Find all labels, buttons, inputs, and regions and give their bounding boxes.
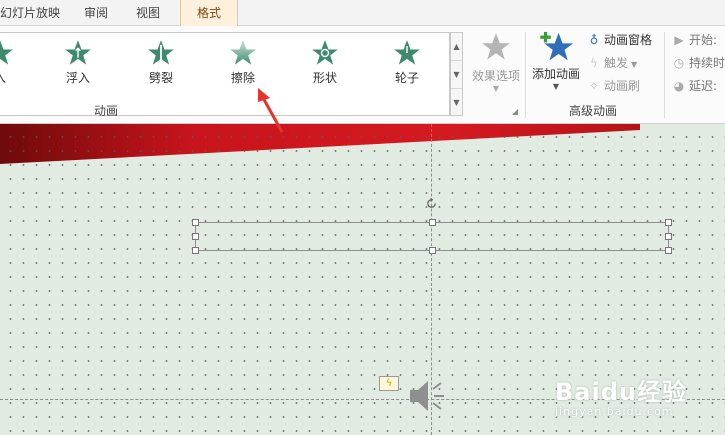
resize-handle[interactable] bbox=[665, 219, 672, 226]
add-star-icon bbox=[540, 31, 573, 61]
ribbon-tab-bar: 幻灯片放映 审阅 视图 格式 bbox=[0, 0, 725, 26]
group-divider bbox=[664, 32, 665, 118]
animation-label: 入 bbox=[0, 69, 30, 86]
delay-control[interactable]: ◕ 延迟: bbox=[672, 76, 717, 96]
chevron-down-icon: ▼ bbox=[552, 82, 560, 91]
animation-label: 轮子 bbox=[394, 71, 419, 85]
dialog-launcher-icon[interactable]: ◢ bbox=[512, 107, 518, 116]
star-icon bbox=[312, 40, 338, 65]
trigger-tag-icon[interactable]: ϟ bbox=[379, 376, 399, 391]
play-icon: ▶ bbox=[674, 33, 684, 47]
animation-label: 浮入 bbox=[65, 71, 90, 85]
chevron-down-icon: ▼ bbox=[631, 60, 638, 69]
delay-label: 延迟: bbox=[689, 79, 718, 93]
duration-control[interactable]: ◷ 持续时 bbox=[672, 53, 725, 73]
star-icon bbox=[482, 33, 510, 60]
advanced-animation-group-label: 高级动画 bbox=[569, 104, 618, 118]
animation-group-label: 动画 bbox=[94, 104, 119, 118]
clock-icon: ◷ bbox=[673, 56, 685, 70]
annotation-arrow-icon bbox=[258, 88, 284, 133]
animation-wheel[interactable]: 轮子 bbox=[377, 39, 437, 99]
resize-handle[interactable] bbox=[665, 233, 672, 240]
group-divider bbox=[525, 32, 526, 118]
gallery-scroll-up-icon[interactable]: ▲ bbox=[451, 33, 462, 61]
resize-handle[interactable] bbox=[665, 247, 672, 254]
gallery-more-icon[interactable]: ▼ bbox=[451, 89, 462, 117]
star-icon bbox=[0, 40, 13, 65]
animation-fly-in[interactable]: 入 bbox=[0, 39, 30, 99]
watermark-url: jingyan.baidu.com bbox=[555, 405, 674, 418]
animation-label: 擦除 bbox=[230, 71, 255, 85]
trigger-label: 触发 bbox=[604, 56, 629, 70]
star-icon bbox=[65, 40, 91, 65]
animation-label: 形状 bbox=[312, 71, 337, 85]
animation-label: 劈裂 bbox=[148, 71, 173, 85]
watermark-logo: Baidu经验 bbox=[555, 378, 687, 406]
resize-handle[interactable] bbox=[429, 219, 436, 226]
animation-pane-button[interactable]: ♁ 动画窗格 bbox=[586, 30, 652, 50]
star-icon bbox=[230, 40, 256, 65]
add-animation-label: 添加动画 bbox=[531, 67, 580, 81]
duration-label: 持续时 bbox=[689, 56, 725, 70]
gallery-scroll-down-icon[interactable]: ▼ bbox=[451, 61, 462, 89]
tab-format[interactable]: 格式 bbox=[180, 0, 238, 26]
tab-slideshow[interactable]: 幻灯片放映 bbox=[0, 0, 60, 26]
animation-painter-button[interactable]: ✧ 动画刷 bbox=[586, 76, 640, 96]
animation-split[interactable]: 劈裂 bbox=[131, 39, 191, 99]
animation-float-in[interactable]: 浮入 bbox=[48, 39, 108, 99]
gallery-scrollbar[interactable]: ▲ ▼ ▼ bbox=[450, 32, 463, 116]
start-label: 开始: bbox=[689, 33, 718, 47]
effect-options-label: 效果选项 bbox=[471, 69, 520, 83]
animation-shape[interactable]: 形状 bbox=[295, 39, 355, 99]
resize-handle[interactable] bbox=[429, 247, 436, 254]
animation-painter-label: 动画刷 bbox=[604, 79, 641, 93]
ribbon-panel: 入 浮入 劈裂 擦除 形状 轮子 ▲ ▼ ▼ 动画 ◢ 效果选项 ▼ bbox=[0, 26, 725, 124]
trigger-button[interactable]: ϟ 触发 ▼ bbox=[586, 53, 637, 73]
animation-pane-label: 动画窗格 bbox=[604, 33, 653, 47]
baidu-watermark: Baidu经验 jingyan.baidu.com bbox=[555, 372, 687, 418]
delay-icon: ◕ bbox=[673, 79, 685, 93]
selected-text-box[interactable] bbox=[192, 219, 672, 254]
painter-icon: ✧ bbox=[588, 79, 600, 93]
star-icon bbox=[394, 40, 420, 65]
start-control[interactable]: ▶ 开始: bbox=[672, 30, 717, 50]
add-animation-button[interactable]: 添加动画 ▼ bbox=[528, 30, 584, 91]
animation-pane-icon: ♁ bbox=[589, 33, 599, 47]
tab-view[interactable]: 视图 bbox=[136, 0, 160, 26]
resize-handle[interactable] bbox=[192, 219, 199, 226]
effect-options-button[interactable]: 效果选项 ▼ bbox=[468, 32, 524, 93]
chevron-down-icon: ▼ bbox=[492, 84, 500, 93]
rotate-handle-icon[interactable] bbox=[425, 197, 438, 210]
animation-gallery: 入 浮入 劈裂 擦除 形状 轮子 bbox=[0, 32, 450, 116]
star-icon bbox=[148, 40, 174, 65]
speaker-icon[interactable] bbox=[408, 376, 458, 416]
lightning-icon: ϟ bbox=[590, 56, 598, 70]
tab-review[interactable]: 审阅 bbox=[84, 0, 108, 26]
resize-handle[interactable] bbox=[192, 247, 199, 254]
slide-canvas[interactable]: ϟ Baidu经验 jingyan.baidu.com bbox=[0, 124, 725, 435]
resize-handle[interactable] bbox=[192, 233, 199, 240]
